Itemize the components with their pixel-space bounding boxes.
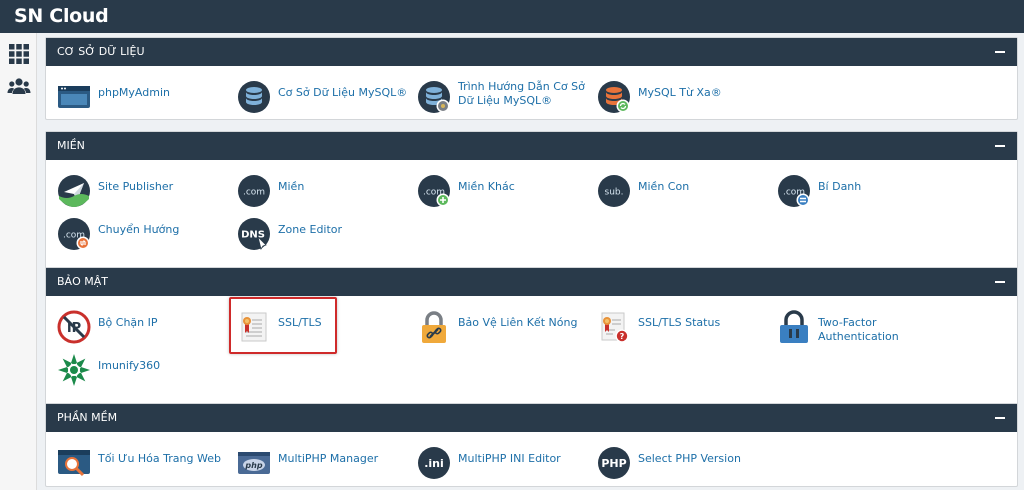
item-aliases[interactable]: .com Bí Danh — [777, 174, 952, 210]
item-mysql-wizard[interactable]: Trình Hướng Dẫn Cơ Sở Dữ Liệu MySQL® — [417, 80, 592, 116]
item-label: Site Publisher — [98, 180, 174, 193]
sidebar — [0, 33, 37, 490]
mysql-database-icon — [238, 81, 270, 113]
phpmyadmin-icon — [58, 86, 90, 108]
addon-domain-icon: .com — [418, 175, 450, 207]
item-label: Trình Hướng Dẫn Cơ Sở Dữ Liệu MySQL® — [458, 80, 585, 107]
item-multiphp-ini-editor[interactable]: .ini MultiPHP INI Editor — [417, 446, 592, 482]
collapse-icon[interactable] — [995, 145, 1005, 147]
section-header[interactable]: PHẦN MỀM — [46, 404, 1017, 432]
imunify360-icon — [58, 354, 90, 386]
item-label: Chuyển Hướng — [98, 223, 180, 236]
item-hotlink-protection[interactable]: Bảo Vệ Liên Kết Nóng — [417, 310, 592, 346]
item-label: Select PHP Version — [638, 452, 741, 465]
optimize-website-icon — [58, 450, 90, 477]
remote-mysql-icon — [598, 81, 630, 113]
item-label: Miền Khác — [458, 180, 515, 193]
collapse-icon[interactable] — [995, 281, 1005, 283]
multiphp-manager-icon: php — [238, 452, 270, 474]
item-label: phpMyAdmin — [98, 86, 170, 99]
section-title: MIỀN — [57, 139, 85, 152]
item-label: Miền — [278, 180, 305, 193]
item-label: Miền Con — [638, 180, 690, 193]
item-label: Two-Factor Authentication — [818, 316, 899, 343]
item-ip-blocker[interactable]: IP Bộ Chặn IP — [57, 310, 232, 346]
item-subdomains[interactable]: sub. Miền Con — [597, 174, 772, 210]
site-publisher-icon — [58, 175, 90, 207]
item-label: Zone Editor — [278, 223, 343, 236]
item-label: SSL/TLS Status — [638, 316, 721, 329]
section-title: PHẦN MỀM — [57, 411, 118, 424]
users-icon[interactable] — [7, 74, 31, 98]
svg-text:DNS: DNS — [241, 230, 265, 241]
item-label: MultiPHP INI Editor — [458, 452, 561, 465]
svg-text:sub.: sub. — [605, 188, 624, 198]
section-header[interactable]: CƠ SỞ DỮ LIỆU — [46, 38, 1017, 66]
svg-text:.com: .com — [243, 188, 265, 198]
item-remote-mysql[interactable]: MySQL Từ Xa® — [597, 80, 772, 116]
item-label: Bí Danh — [818, 180, 862, 193]
item-imunify360[interactable]: Imunify360 — [57, 353, 232, 389]
section-title: BẢO MẬT — [57, 275, 108, 288]
section-software: PHẦN MỀM Tối Ưu Hóa Trang Web php MultiP… — [45, 403, 1018, 487]
ini-editor-icon: .ini — [418, 447, 450, 479]
svg-text:.ini: .ini — [424, 457, 444, 470]
php-version-icon: PHP — [598, 447, 630, 479]
alias-icon: .com — [778, 175, 810, 207]
section-databases: CƠ SỞ DỮ LIỆU phpMyAdmin Cơ Sở Dữ Liệu M… — [45, 37, 1018, 120]
svg-text:php: php — [244, 461, 262, 470]
section-header[interactable]: MIỀN — [46, 132, 1017, 160]
item-mysql-databases[interactable]: Cơ Sở Dữ Liệu MySQL® — [237, 80, 412, 116]
ssl-status-icon: ? — [601, 312, 629, 343]
item-label: Bộ Chặn IP — [98, 316, 158, 329]
item-select-php-version[interactable]: PHP Select PHP Version — [597, 446, 772, 482]
top-bar: SN Cloud — [0, 0, 1024, 33]
mysql-wizard-icon — [418, 81, 450, 113]
item-ssl-tls-status[interactable]: ? SSL/TLS Status — [597, 310, 772, 346]
domain-icon: .com — [238, 175, 270, 207]
svg-text:?: ? — [620, 332, 625, 341]
item-label: MultiPHP Manager — [278, 452, 379, 465]
item-label: Imunify360 — [98, 359, 161, 372]
item-phpmyadmin[interactable]: phpMyAdmin — [57, 80, 232, 116]
section-security: BẢO MẬT IP Bộ Chặn IP SSL/TLS — [45, 267, 1018, 425]
item-addon-domains[interactable]: .com Miền Khác — [417, 174, 592, 210]
ssl-tls-highlight-box — [229, 297, 337, 354]
section-header[interactable]: BẢO MẬT — [46, 268, 1017, 296]
item-domains[interactable]: .com Miền — [237, 174, 412, 210]
item-multiphp-manager[interactable]: php MultiPHP Manager — [237, 446, 412, 482]
item-label: Tối Ưu Hóa Trang Web — [98, 452, 221, 465]
two-factor-lock-icon — [780, 310, 808, 343]
collapse-icon[interactable] — [995, 417, 1005, 419]
brand-title: SN Cloud — [14, 5, 109, 27]
collapse-icon[interactable] — [995, 51, 1005, 53]
section-title: CƠ SỞ DỮ LIỆU — [57, 45, 145, 58]
item-two-factor[interactable]: Two-Factor Authentication — [777, 310, 952, 346]
section-domains: MIỀN Site Publisher .com Miền .com Miền … — [45, 131, 1018, 289]
item-label: MySQL Từ Xa® — [638, 86, 722, 99]
item-label: Bảo Vệ Liên Kết Nóng — [458, 316, 578, 329]
item-zone-editor[interactable]: DNS Zone Editor — [237, 217, 412, 253]
ip-blocker-icon: IP — [57, 310, 91, 344]
hotlink-lock-icon — [422, 311, 446, 343]
redirect-icon: .com — [58, 218, 90, 250]
item-optimize-website[interactable]: Tối Ưu Hóa Trang Web — [57, 446, 232, 482]
item-redirects[interactable]: .com Chuyển Hướng — [57, 217, 232, 253]
dns-icon: DNS — [238, 218, 270, 250]
svg-text:PHP: PHP — [601, 457, 626, 470]
item-site-publisher[interactable]: Site Publisher — [57, 174, 232, 210]
item-label: Cơ Sở Dữ Liệu MySQL® — [278, 86, 408, 99]
subdomain-icon: sub. — [598, 175, 630, 207]
grid-icon[interactable] — [7, 42, 31, 66]
